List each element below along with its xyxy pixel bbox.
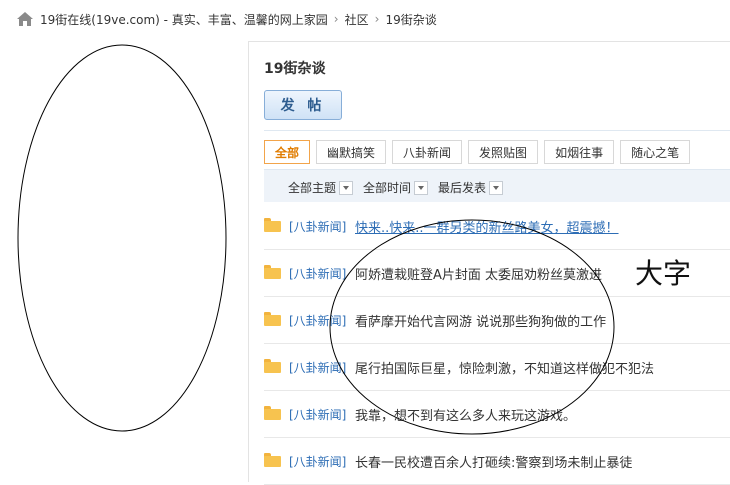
thread-row: [八卦新闻] 尾行拍国际巨星，惊险刺激，不知道这样做犯不犯法	[264, 344, 730, 391]
thread-row: [八卦新闻] 快来..快来..一群另类的新丝路美女，超震撼！	[264, 203, 730, 250]
breadcrumb-separator: ›	[333, 12, 339, 26]
topic-filter-dropdown[interactable]: 全部主题	[288, 179, 354, 196]
thread-category[interactable]: [八卦新闻]	[289, 312, 346, 329]
tabs-divider	[264, 130, 730, 131]
category-tabs: 全部 幽默搞笑 八卦新闻 发照贴图 如烟往事 随心之笔	[264, 140, 696, 166]
new-post-button[interactable]: 发 帖	[264, 90, 342, 120]
thread-category[interactable]: [八卦新闻]	[289, 265, 346, 282]
thread-category[interactable]: [八卦新闻]	[289, 218, 346, 235]
chevron-down-icon	[339, 180, 354, 195]
time-filter-dropdown[interactable]: 全部时间	[363, 179, 429, 196]
folder-icon	[264, 312, 281, 326]
thread-category[interactable]: [八卦新闻]	[289, 406, 346, 423]
topic-filter-label: 全部主题	[288, 181, 337, 195]
breadcrumb-site[interactable]: 19街在线(19ve.com) - 真实、丰富、温馨的网上家园	[40, 11, 328, 28]
tab-humor[interactable]: 幽默搞笑	[316, 140, 387, 164]
chevron-down-icon	[489, 180, 504, 195]
tab-gossip[interactable]: 八卦新闻	[392, 140, 463, 164]
tab-photos[interactable]: 发照贴图	[468, 140, 539, 164]
folder-icon	[264, 265, 281, 279]
thread-row: [八卦新闻] 看萨摩开始代言网游 说说那些狗狗做的工作	[264, 297, 730, 344]
annotation-ellipse-left	[17, 44, 227, 432]
tab-all[interactable]: 全部	[264, 140, 311, 164]
thread-title[interactable]: 我靠，想不到有这么多人来玩这游戏。	[355, 405, 576, 424]
thread-row: [八卦新闻] 长春一民校遭百余人打砸续:警察到场未制止暴徒	[264, 438, 730, 485]
chevron-down-icon	[414, 180, 429, 195]
breadcrumb-separator: ›	[374, 12, 380, 26]
thread-category[interactable]: [八卦新闻]	[289, 453, 346, 470]
thread-title[interactable]: 快来..快来..一群另类的新丝路美女，超震撼！	[355, 217, 619, 236]
filter-bar: 全部主题 全部时间 最后发表	[264, 169, 730, 202]
thread-title[interactable]: 长春一民校遭百余人打砸续:警察到场未制止暴徒	[355, 452, 632, 471]
breadcrumb-community[interactable]: 社区	[345, 11, 369, 28]
thread-title[interactable]: 看萨摩开始代言网游 说说那些狗狗做的工作	[355, 311, 606, 330]
annotation-label: 大字	[635, 257, 692, 290]
breadcrumb-forum[interactable]: 19街杂谈	[385, 11, 436, 28]
tab-essays[interactable]: 随心之笔	[620, 140, 691, 164]
thread-row: [八卦新闻] 我靠，想不到有这么多人来玩这游戏。	[264, 391, 730, 438]
time-filter-label: 全部时间	[363, 181, 412, 195]
sort-dropdown[interactable]: 最后发表	[438, 179, 504, 196]
thread-title[interactable]: 尾行拍国际巨星，惊险刺激，不知道这样做犯不犯法	[355, 358, 654, 377]
folder-icon	[264, 359, 281, 373]
home-icon[interactable]	[16, 11, 34, 27]
forum-title: 19街杂谈	[264, 61, 326, 77]
folder-icon	[264, 406, 281, 420]
folder-icon	[264, 453, 281, 467]
thread-title[interactable]: 阿娇遭栽赃登A片封面 太委屈劝粉丝莫激进	[355, 264, 602, 283]
thread-category[interactable]: [八卦新闻]	[289, 359, 346, 376]
folder-icon	[264, 218, 281, 232]
breadcrumb: 19街在线(19ve.com) - 真实、丰富、温馨的网上家园 › 社区 › 1…	[16, 9, 437, 29]
sort-label: 最后发表	[438, 181, 487, 195]
left-panel-border	[248, 41, 249, 482]
main-panel-top-border	[248, 41, 730, 42]
tab-memories[interactable]: 如烟往事	[544, 140, 615, 164]
